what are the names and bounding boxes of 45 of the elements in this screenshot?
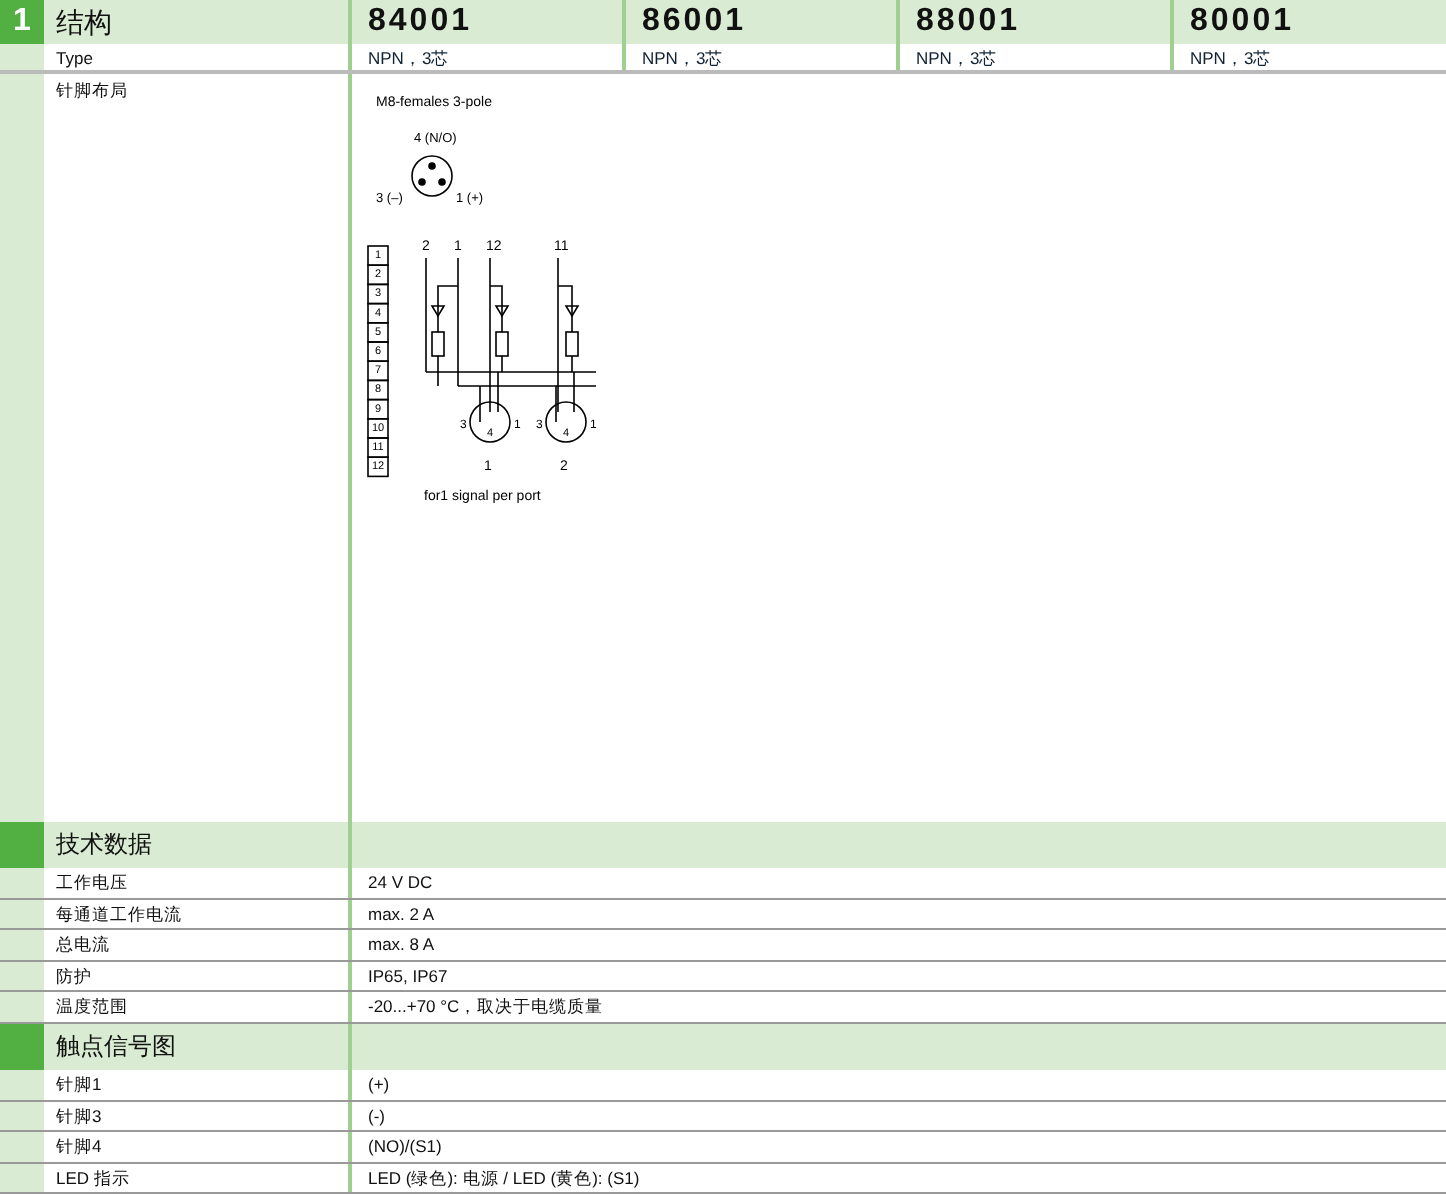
row-label: 针脚布局: [56, 80, 128, 100]
row-label: 防护: [56, 965, 92, 986]
side-strip: [0, 992, 44, 1022]
section-number: 1: [13, 4, 31, 40]
side-strip: [0, 899, 44, 929]
section-title: 触点信号图: [56, 1031, 176, 1060]
row-value: IP65, IP67: [368, 965, 448, 986]
section-marker: [0, 822, 44, 868]
row-value: max. 2 A: [368, 903, 435, 924]
row-label: 工作电压: [56, 872, 128, 892]
side-strip: [0, 1132, 44, 1162]
side-strip: [0, 930, 44, 960]
row-label: 针脚4: [56, 1136, 102, 1157]
model-number: 86001: [626, 0, 900, 44]
row-label: Type: [56, 48, 93, 68]
section-title: 技术数据: [56, 830, 152, 858]
side-strip: [0, 961, 44, 991]
row-value: -20...+70 °C，取决于电缆质量: [368, 996, 604, 1017]
type-value: NPN，3芯: [368, 48, 450, 68]
row-label: LED 指示: [56, 1167, 130, 1188]
side-strip: [0, 868, 44, 898]
row-value: LED (绿色): 电源 / LED (黄色): (S1): [368, 1167, 640, 1188]
row-value: (NO)/(S1): [368, 1136, 442, 1157]
row-value: (+): [368, 1073, 390, 1094]
model-number: 84001: [352, 0, 626, 44]
header-label: 结构: [44, 0, 352, 44]
section-marker: [0, 1023, 44, 1070]
row-value: max. 8 A: [368, 934, 435, 955]
side-strip: [0, 1101, 44, 1131]
side-strip: [0, 1069, 44, 1100]
row-value: (-): [368, 1105, 385, 1126]
type-value: NPN，3芯: [1190, 48, 1272, 68]
row-label: 每通道工作电流: [56, 903, 182, 924]
model-number: 88001: [900, 0, 1174, 44]
connector-drawing: [411, 155, 453, 197]
row-label: 针脚3: [56, 1105, 102, 1126]
side-strip: [0, 1163, 44, 1193]
row-label: 总电流: [56, 934, 110, 955]
type-value: NPN，3芯: [642, 48, 724, 68]
model-number: 80001: [1188, 2, 1296, 42]
type-value: NPN，3芯: [916, 48, 998, 68]
row-label: 温度范围: [56, 996, 128, 1017]
side-strip: [0, 44, 44, 70]
row-value: 24 V DC: [368, 872, 433, 892]
row-label: 针脚1: [56, 1073, 102, 1094]
